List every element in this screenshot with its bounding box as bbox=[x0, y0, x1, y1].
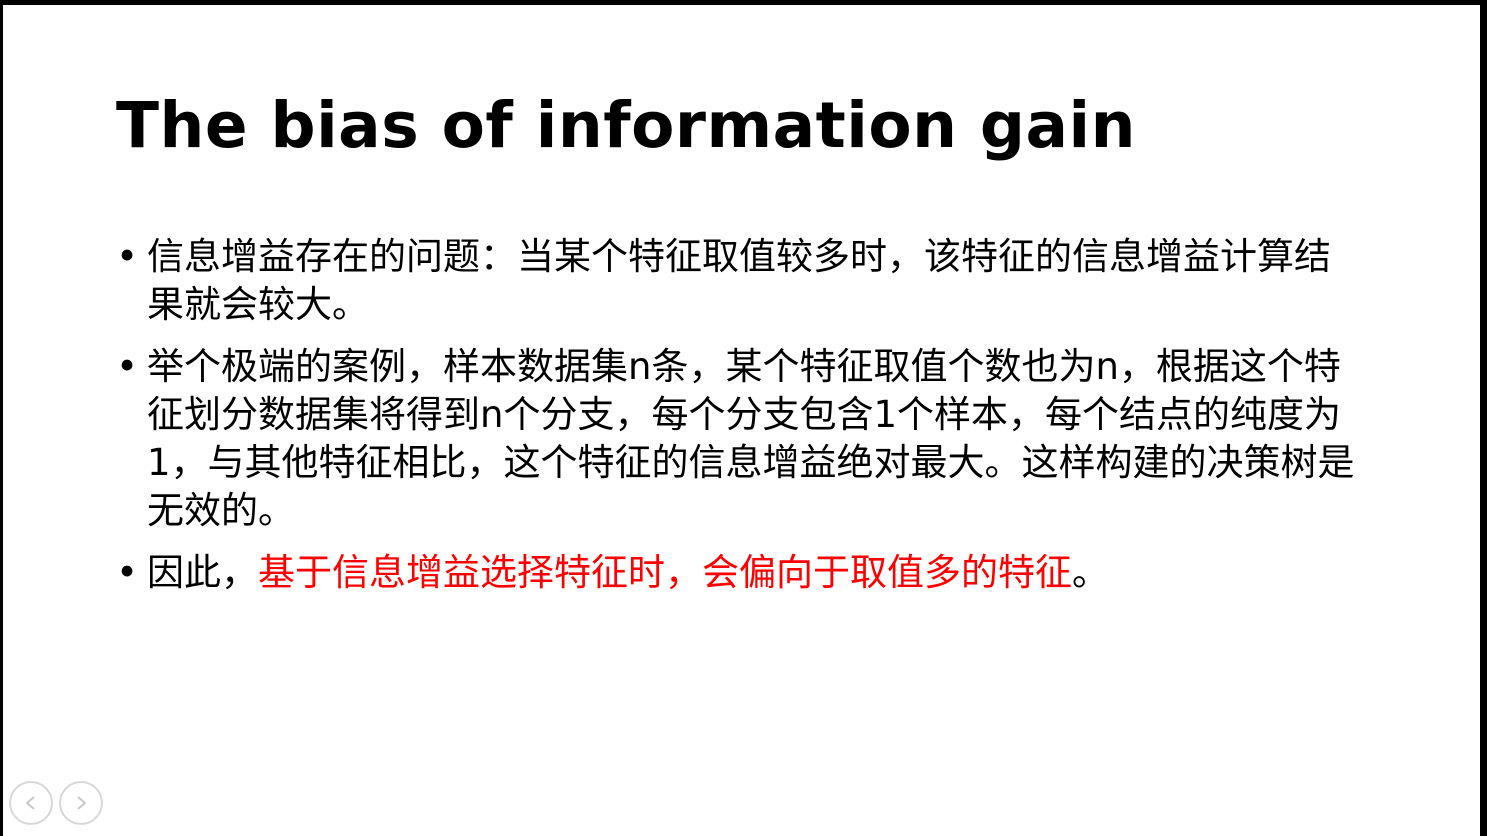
slide: The bias of information gain • 信息增益存在的问题… bbox=[3, 5, 1480, 836]
slide-title: The bias of information gain bbox=[116, 89, 1136, 162]
chevron-left-icon bbox=[26, 796, 35, 810]
bullet-dot: • bbox=[116, 551, 138, 594]
bullet-item-1: • 信息增益存在的问题：当某个特征取值较多时，该特征的信息增益计算结果就会较大。 bbox=[111, 233, 1361, 329]
bullet-dot: • bbox=[116, 345, 138, 388]
bullet-text-suffix: 。 bbox=[1072, 551, 1109, 594]
bullet-text: 信息增益存在的问题：当某个特征取值较多时，该特征的信息增益计算结果就会较大。 bbox=[147, 235, 1331, 326]
chevron-right-icon bbox=[77, 796, 86, 810]
bullet-dot: • bbox=[116, 235, 138, 278]
bullet-text-prefix: 因此， bbox=[147, 551, 258, 594]
bullet-item-2: • 举个极端的案例，样本数据集n条，某个特征取值个数也为n，根据这个特征划分数据… bbox=[111, 343, 1361, 535]
slide-navigation bbox=[9, 781, 103, 825]
bullet-item-3: • 因此，基于信息增益选择特征时，会偏向于取值多的特征。 bbox=[111, 549, 1361, 597]
bullet-list: • 信息增益存在的问题：当某个特征取值较多时，该特征的信息增益计算结果就会较大。… bbox=[111, 233, 1361, 611]
next-slide-button[interactable] bbox=[59, 781, 103, 825]
bullet-text: 举个极端的案例，样本数据集n条，某个特征取值个数也为n，根据这个特征划分数据集将… bbox=[147, 345, 1355, 532]
previous-slide-button[interactable] bbox=[9, 781, 53, 825]
highlighted-conclusion: 基于信息增益选择特征时，会偏向于取值多的特征 bbox=[258, 551, 1072, 594]
screen-frame: The bias of information gain • 信息增益存在的问题… bbox=[0, 0, 1487, 836]
